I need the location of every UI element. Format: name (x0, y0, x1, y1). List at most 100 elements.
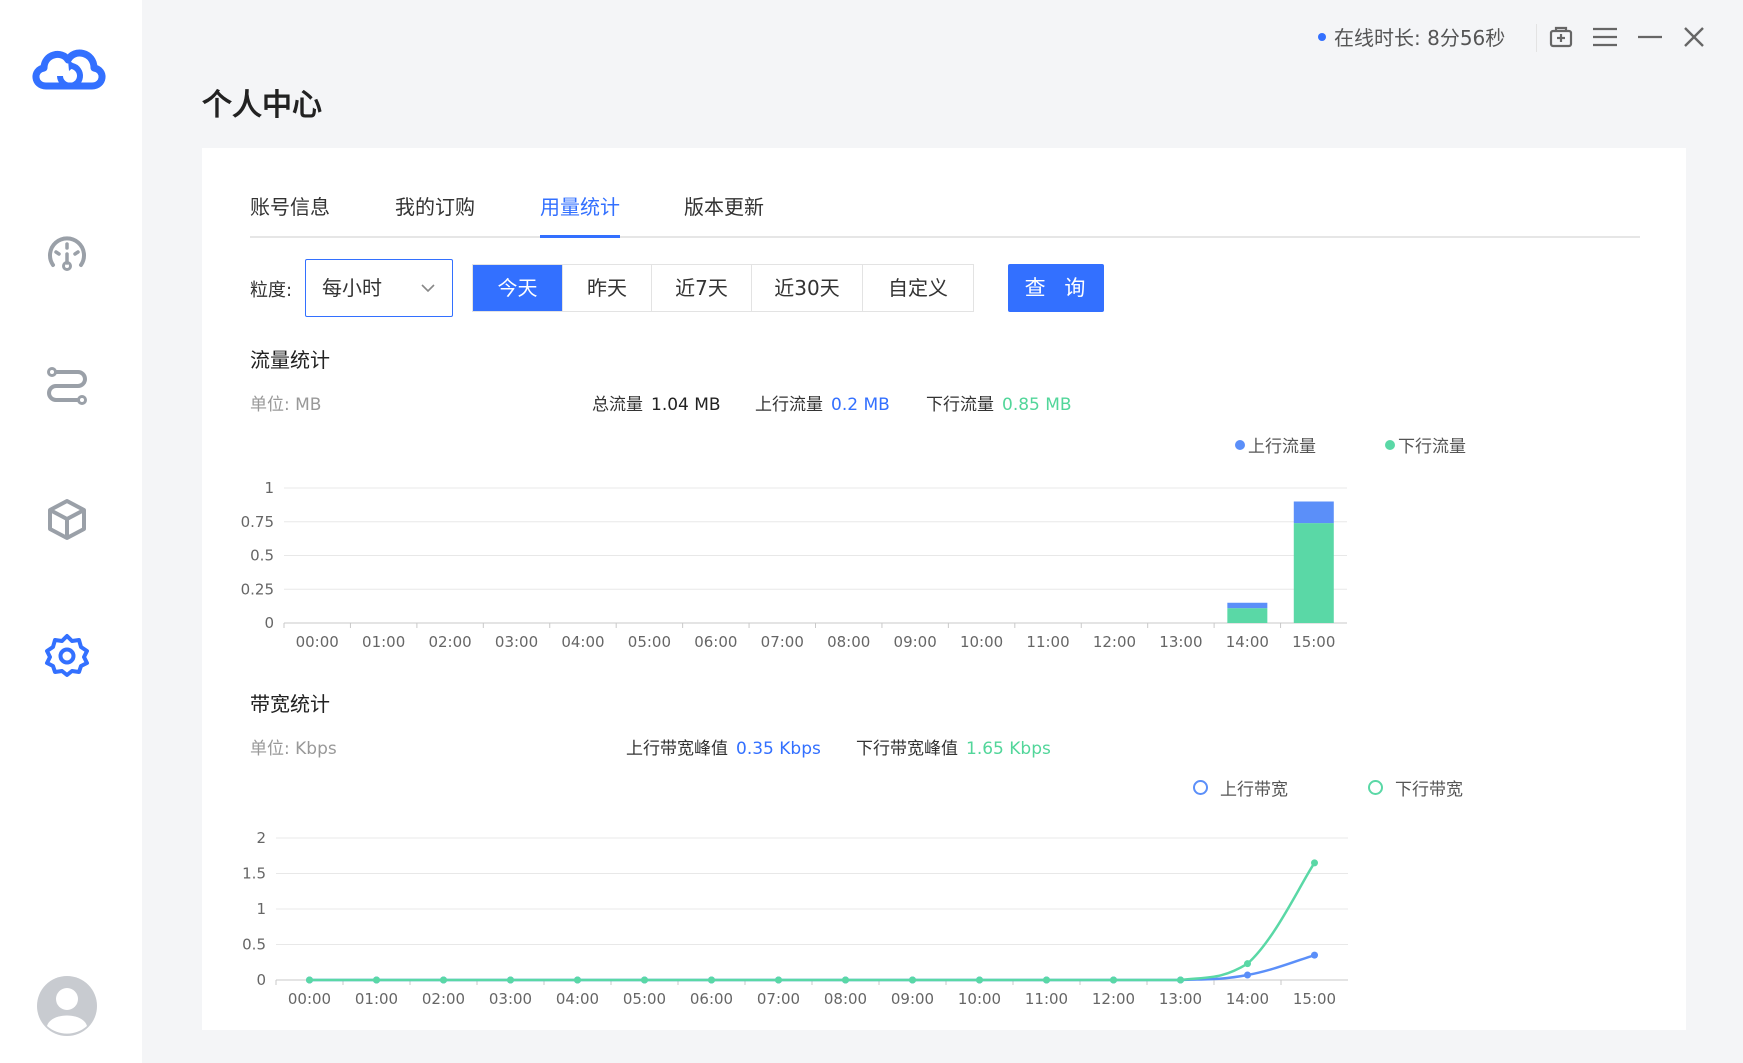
sidebar (0, 0, 142, 1063)
tab-version-update[interactable]: 版本更新 (684, 190, 764, 236)
traffic-up-value: 0.2 MB (831, 395, 890, 415)
avatar-icon[interactable] (37, 976, 97, 1036)
range-yesterday-button[interactable]: 昨天 (563, 265, 652, 311)
traffic-up-label: 上行流量 (755, 395, 823, 415)
bandwidth-down-peak-label: 下行带宽峰值 (856, 739, 958, 759)
point-download (641, 976, 648, 984)
point-download (1311, 859, 1318, 867)
granularity-select[interactable]: 每小时 (305, 259, 453, 317)
y-tick-label: 0.25 (241, 580, 274, 598)
traffic-total-stat: 总流量 1.04 MB (592, 390, 721, 415)
range-7days-button[interactable]: 近7天 (652, 265, 752, 311)
point-download (909, 976, 916, 984)
x-tick-label: 05:00 (628, 633, 671, 651)
legend-download-bandwidth[interactable]: 下行带宽 (1368, 775, 1463, 800)
x-tick-label: 09:00 (894, 633, 937, 651)
online-duration: 在线时长: 8分56秒 (1318, 22, 1505, 51)
x-tick-label: 04:00 (556, 990, 599, 1008)
traffic-down-stat: 下行流量 0.85 MB (926, 390, 1072, 415)
y-tick-label: 0.5 (242, 936, 266, 954)
speedometer-icon[interactable] (44, 232, 90, 278)
point-download (440, 976, 447, 984)
point-download (775, 976, 782, 984)
x-tick-label: 12:00 (1092, 990, 1135, 1008)
y-tick-label: 1 (264, 479, 274, 497)
topbar-divider (1536, 24, 1537, 52)
route-icon[interactable] (44, 362, 90, 408)
x-tick-label: 02:00 (428, 633, 471, 651)
x-tick-label: 07:00 (761, 633, 804, 651)
bandwidth-line-chart: 0 0.5 1 1.5 2 00:00 01:00 02:00 03:00 04:00 05:00 0… (242, 829, 1348, 1008)
bar-upload (1293, 501, 1334, 524)
minimize-icon[interactable] (1635, 22, 1665, 52)
bandwidth-down-peak-value: 1.65 Kbps (966, 739, 1051, 759)
legend-upload-bandwidth-label: 上行带宽 (1220, 780, 1288, 800)
point-download (574, 976, 581, 984)
cloud-logo-icon (32, 49, 106, 90)
point-download (507, 976, 514, 984)
legend-download-bandwidth-label: 下行带宽 (1395, 780, 1463, 800)
online-duration-label: 在线时长: 8分56秒 (1334, 26, 1506, 50)
query-button[interactable]: 查 询 (1008, 264, 1104, 312)
tab-account-info[interactable]: 账号信息 (250, 190, 330, 236)
bandwidth-up-peak-value: 0.35 Kbps (736, 739, 821, 759)
x-tick-label: 06:00 (694, 633, 737, 651)
traffic-title: 流量统计 (250, 348, 330, 372)
range-custom-button[interactable]: 自定义 (863, 265, 973, 311)
traffic-unit: 单位: MB (250, 395, 322, 415)
chevron-down-icon (421, 284, 435, 293)
x-tick-label: 05:00 (623, 990, 666, 1008)
point-download (1177, 976, 1184, 984)
y-tick-label: 1.5 (242, 865, 266, 883)
x-tick-label: 11:00 (1025, 990, 1068, 1008)
x-tick-label: 15:00 (1292, 633, 1335, 651)
bar-upload (1227, 602, 1268, 609)
tab-my-subscription[interactable]: 我的订购 (395, 190, 475, 236)
range-today-button[interactable]: 今天 (473, 265, 563, 311)
close-icon[interactable] (1679, 22, 1709, 52)
point-upload (1244, 971, 1251, 979)
x-tick-label: 04:00 (561, 633, 604, 651)
menu-icon[interactable] (1590, 22, 1620, 52)
x-tick-label: 13:00 (1159, 633, 1202, 651)
bandwidth-down-peak-stat: 下行带宽峰值 1.65 Kbps (856, 734, 1051, 759)
tab-usage-stats[interactable]: 用量统计 (540, 190, 620, 238)
x-tick-label: 00:00 (296, 633, 339, 651)
bandwidth-up-peak-stat: 上行带宽峰值 0.35 Kbps (626, 734, 821, 759)
y-tick-label: 0.75 (241, 513, 274, 531)
y-tick-label: 0 (256, 971, 266, 989)
tab-bar: 账号信息 我的订购 用量统计 版本更新 (250, 190, 1640, 238)
traffic-down-value: 0.85 MB (1002, 395, 1072, 415)
usage-card: 账号信息 我的订购 用量统计 版本更新 粒度: 每小时 今天 昨天 近7天 近3… (202, 148, 1686, 1030)
x-tick-label: 02:00 (422, 990, 465, 1008)
x-tick-label: 10:00 (958, 990, 1001, 1008)
x-tick-label: 14:00 (1226, 990, 1269, 1008)
line-upload (309, 953, 1315, 982)
bar-download (1293, 523, 1334, 623)
x-tick-label: 12:00 (1093, 633, 1136, 651)
traffic-up-stat: 上行流量 0.2 MB (755, 390, 890, 415)
point-download (1244, 960, 1251, 968)
x-tick-label: 10:00 (960, 633, 1003, 651)
y-tick-label: 1 (256, 900, 266, 918)
traffic-bar-chart: 0 0.25 0.5 0.75 1 00:00 01:00 02:00 03:00 04:00 05… (241, 479, 1347, 651)
range-30days-button[interactable]: 近30天 (752, 265, 863, 311)
x-tick-label: 03:00 (489, 990, 532, 1008)
legend-upload-bandwidth[interactable]: 上行带宽 (1193, 775, 1288, 800)
x-tick-label: 13:00 (1159, 990, 1202, 1008)
date-range-group: 今天 昨天 近7天 近30天 自定义 (472, 264, 974, 312)
x-tick-label: 14:00 (1226, 633, 1269, 651)
bar-download (1227, 608, 1268, 623)
x-tick-label: 07:00 (757, 990, 800, 1008)
bandwidth-title: 带宽统计 (250, 692, 330, 716)
bandwidth-up-peak-label: 上行带宽峰值 (626, 739, 728, 759)
x-tick-label: 08:00 (827, 633, 870, 651)
y-tick-label: 0 (264, 614, 274, 632)
cube-icon[interactable] (44, 496, 90, 542)
gear-icon[interactable] (44, 632, 90, 678)
x-tick-label: 00:00 (288, 990, 331, 1008)
gift-icon[interactable] (1546, 22, 1576, 52)
x-tick-label: 06:00 (690, 990, 733, 1008)
point-download (373, 976, 380, 984)
x-tick-label: 11:00 (1026, 633, 1069, 651)
